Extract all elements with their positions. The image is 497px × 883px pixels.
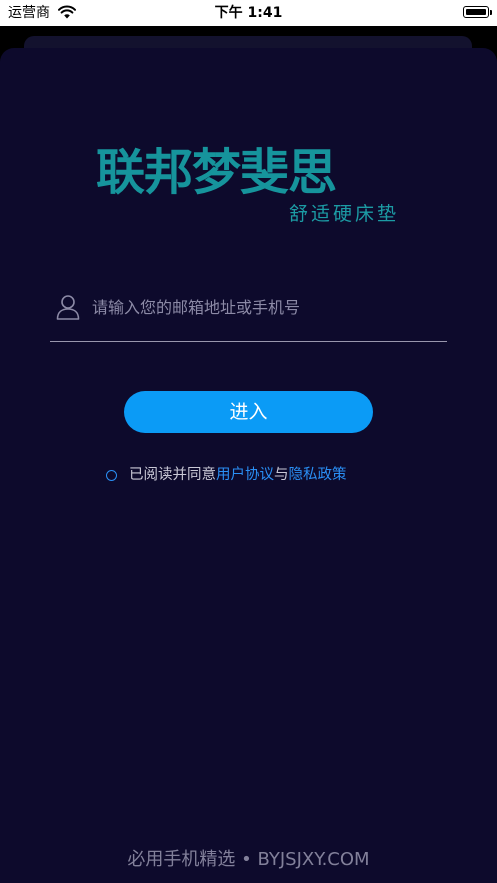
status-time: 下午 1:41 — [214, 5, 283, 21]
watermark: 必用手机精选 • BYJSJXY.COM — [127, 849, 370, 870]
privacy-policy-link[interactable]: 隐私政策 — [289, 467, 347, 483]
brand-logo: 联邦梦斐思 — [96, 144, 337, 201]
agreement-radio[interactable] — [106, 470, 117, 481]
user-icon — [56, 295, 80, 320]
account-input[interactable] — [92, 292, 442, 322]
input-underline — [50, 341, 447, 342]
agreement-prefix: 已阅读并同意 — [129, 467, 216, 483]
battery-icon — [463, 6, 492, 18]
user-agreement-link[interactable]: 用户协议 — [216, 467, 274, 483]
brand-tagline: 舒适硬床垫 — [288, 203, 399, 225]
enter-button[interactable]: 进入 — [124, 391, 373, 433]
status-bar: 运营商 下午 1:41 — [0, 0, 497, 26]
agreement-conjunction: 与 — [274, 467, 289, 483]
agreement-text: 已阅读并同意用户协议与隐私政策 — [129, 465, 347, 485]
